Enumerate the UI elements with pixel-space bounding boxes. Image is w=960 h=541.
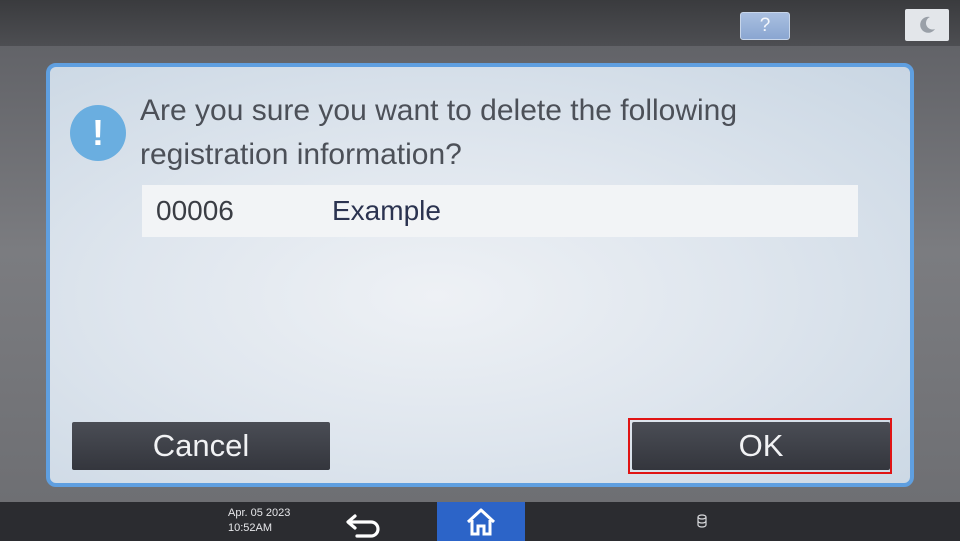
help-button[interactable]: ?: [740, 12, 790, 40]
back-arrow-icon: [346, 514, 380, 538]
moon-icon: [920, 16, 935, 33]
registration-number: 00006: [156, 195, 234, 226]
home-icon: [466, 508, 496, 536]
message-line-1: Are you sure you want to delete the foll…: [140, 94, 738, 127]
date-time-display: Apr. 05 2023 10:52AM: [228, 506, 290, 536]
registration-entry: 00006 Example: [142, 185, 858, 237]
top-status-bar: ?: [0, 0, 960, 46]
registration-name: Example: [332, 195, 441, 226]
home-button[interactable]: [437, 502, 525, 541]
date-text: Apr. 05 2023: [228, 507, 291, 519]
bottom-nav-bar: Apr. 05 2023 10:52AM: [0, 502, 960, 541]
exclamation-icon: !: [70, 105, 126, 161]
dialog-message: Are you sure you want to delete the foll…: [140, 89, 760, 177]
storage-icon: [697, 514, 707, 528]
energy-saver-button[interactable]: [905, 9, 949, 41]
back-button[interactable]: [343, 505, 387, 539]
time-text: 10:52AM: [228, 522, 273, 534]
message-line-2: registration information?: [140, 138, 462, 171]
help-icon: ?: [759, 15, 771, 36]
cancel-button[interactable]: Cancel: [72, 422, 330, 470]
ok-button-highlight: [628, 418, 892, 474]
